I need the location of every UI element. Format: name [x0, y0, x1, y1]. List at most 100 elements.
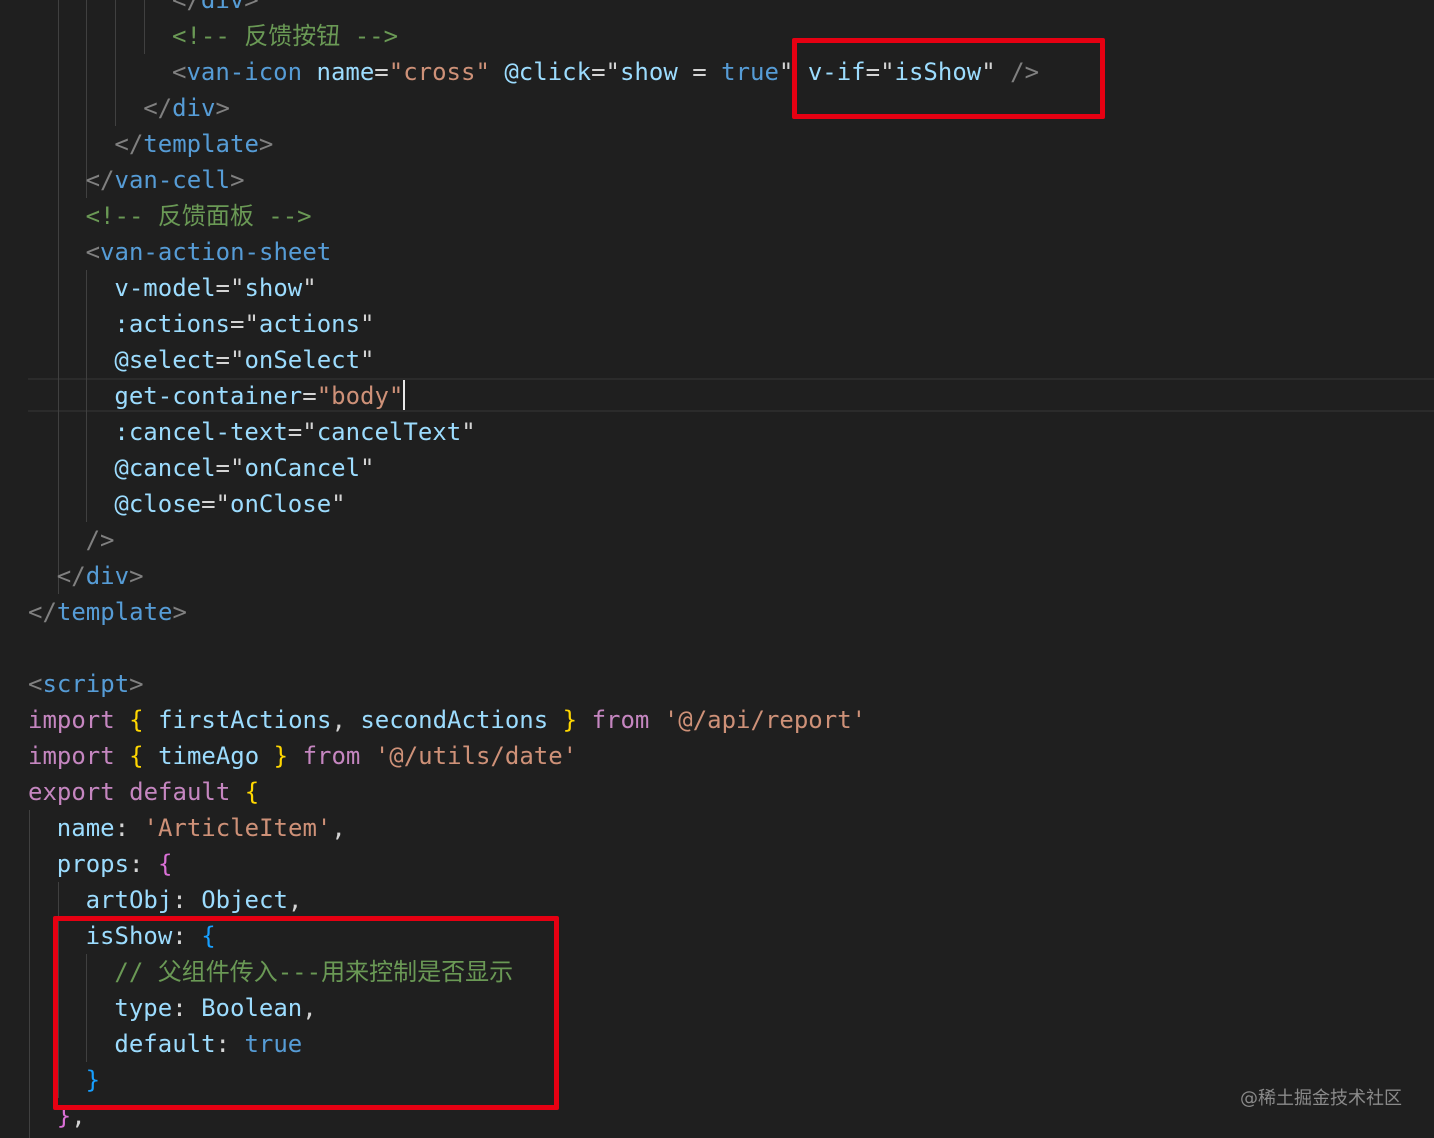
code-token: <	[28, 670, 43, 698]
code-token: >	[244, 0, 259, 14]
code-token: 'ArticleItem'	[143, 814, 332, 842]
code-token: ,	[287, 886, 303, 914]
code-token: =	[302, 382, 317, 410]
indent-guide	[29, 810, 30, 1138]
code-token: <!-- 反馈按钮 -->	[172, 22, 399, 50]
code-line[interactable]: </div>	[57, 558, 144, 594]
code-token: {	[129, 742, 144, 770]
code-line[interactable]: @close="onClose"	[114, 486, 345, 522]
code-line[interactable]: v-model="show"	[114, 270, 316, 306]
code-token: van-cell	[114, 166, 231, 194]
code-token: export	[28, 778, 115, 806]
indent-guide	[115, 0, 116, 126]
code-token: />	[85, 526, 115, 554]
code-editor[interactable]: </div> <!-- 反馈按钮 --> <van-icon name="cross…	[0, 0, 1434, 1138]
code-token: =	[201, 490, 216, 518]
code-token: {	[129, 706, 144, 734]
code-token: "	[331, 490, 346, 518]
code-token: onSelect	[244, 346, 361, 374]
code-token: >	[215, 94, 230, 122]
code-line[interactable]: </van-cell>	[86, 162, 245, 198]
code-token: {	[244, 778, 260, 806]
code-line[interactable]: get-container="body"	[114, 378, 403, 414]
code-token: div	[172, 94, 216, 122]
code-token: <	[172, 58, 187, 86]
code-token: </	[143, 94, 173, 122]
code-token: from	[302, 742, 361, 770]
highlight-box-v-if	[792, 38, 1105, 119]
code-token: default	[129, 778, 231, 806]
code-token: }	[273, 742, 289, 770]
code-token: =	[215, 274, 230, 302]
code-token: actions	[258, 310, 361, 338]
indent-guide	[58, 0, 59, 594]
code-token: get-container	[114, 382, 303, 410]
code-token: cancelText	[316, 418, 462, 446]
code-token: =	[677, 58, 722, 86]
code-token: "	[230, 454, 245, 482]
code-line[interactable]: </template>	[114, 126, 273, 162]
indent-guide	[86, 270, 87, 522]
code-token: "	[461, 418, 476, 446]
code-token: </	[56, 562, 86, 590]
code-token: "	[302, 418, 317, 446]
code-line[interactable]: import { firstActions, secondActions } f…	[28, 702, 866, 738]
code-line[interactable]: <van-action-sheet	[86, 234, 332, 270]
code-line[interactable]: <!-- 反馈按钮 -->	[172, 18, 398, 54]
code-token: import	[28, 742, 115, 770]
code-token: "	[605, 58, 620, 86]
code-token: "	[360, 454, 375, 482]
watermark-text: @稀土掘金技术社区	[1240, 1088, 1402, 1109]
highlight-box-isshow-prop	[53, 916, 559, 1110]
code-line[interactable]: </div>	[172, 0, 259, 18]
code-line[interactable]: :actions="actions"	[114, 306, 374, 342]
code-token: secondActions	[360, 706, 549, 734]
code-token: "	[230, 274, 245, 302]
code-token: </	[114, 130, 144, 158]
code-line[interactable]: </template>	[28, 594, 187, 630]
code-line[interactable]: </div>	[143, 90, 230, 126]
code-token: {	[157, 850, 173, 878]
code-line[interactable]: name: 'ArticleItem',	[57, 810, 346, 846]
code-line[interactable]: artObj: Object,	[86, 882, 303, 918]
text-cursor	[403, 380, 405, 410]
code-token: '@/api/report'	[663, 706, 867, 734]
code-token: @cancel	[114, 454, 216, 482]
code-token: @select	[114, 346, 216, 374]
code-token: =	[287, 418, 303, 446]
code-line[interactable]: @select="onSelect"	[114, 342, 374, 378]
code-token: firstActions	[158, 706, 332, 734]
code-token: artObj	[85, 886, 173, 914]
code-token: ,	[331, 706, 361, 734]
code-line[interactable]: @cancel="onCancel"	[114, 450, 374, 486]
code-line[interactable]: export default {	[28, 774, 259, 810]
code-token: :cancel-text	[114, 418, 288, 446]
code-line[interactable]: <script>	[28, 666, 144, 702]
code-token: ,	[331, 814, 346, 842]
code-line[interactable]: />	[86, 522, 115, 558]
code-token: "cross"	[388, 58, 490, 86]
code-line[interactable]: import { timeAgo } from '@/utils/date'	[28, 738, 577, 774]
code-line[interactable]: :cancel-text="cancelText"	[114, 414, 475, 450]
code-token: <	[85, 238, 101, 266]
code-token: show	[619, 58, 678, 86]
code-token: <!-- 反馈面板 -->	[85, 202, 312, 230]
code-token: from	[591, 706, 650, 734]
code-token: "	[360, 346, 375, 374]
code-token: div	[85, 562, 130, 590]
code-token: '@/utils/date'	[374, 742, 578, 770]
code-token: v-model	[114, 274, 216, 302]
code-token: </	[28, 598, 57, 626]
code-token: van-action-sheet	[100, 238, 332, 266]
code-token: timeAgo	[158, 742, 260, 770]
code-line[interactable]: props: {	[57, 846, 173, 882]
code-token: :	[172, 886, 202, 914]
code-line[interactable]: <!-- 反馈面板 -->	[86, 198, 312, 234]
